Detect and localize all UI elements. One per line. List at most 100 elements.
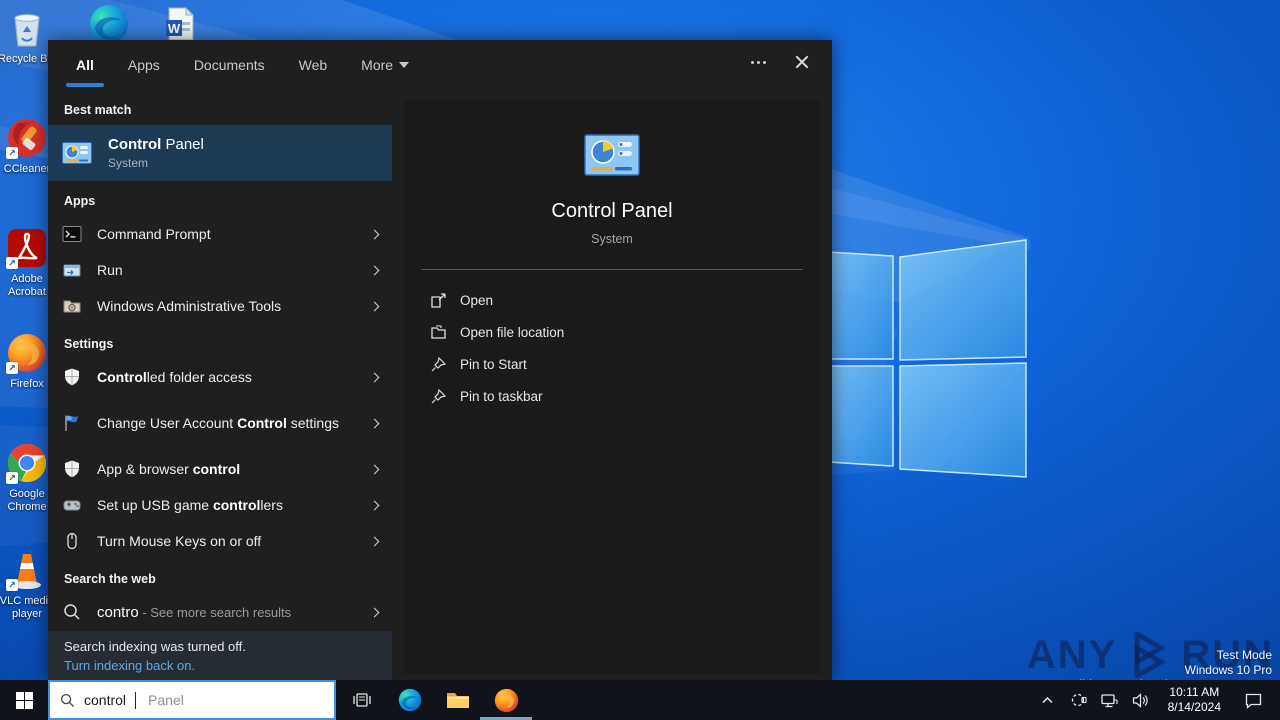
system-tray: 10:11 AM 8/14/2024 bbox=[1036, 680, 1280, 720]
chevron-right-icon[interactable] bbox=[370, 372, 380, 382]
tab-apps[interactable]: Apps bbox=[126, 51, 162, 79]
action-pin-to-start[interactable]: Pin to Start bbox=[430, 348, 820, 380]
control-panel-icon-large bbox=[584, 134, 640, 176]
chevron-right-icon[interactable] bbox=[370, 301, 380, 311]
action-open-file-location[interactable]: Open file location bbox=[430, 316, 820, 348]
tray-session-icon[interactable] bbox=[1067, 680, 1091, 720]
tab-more[interactable]: More bbox=[359, 51, 411, 79]
search-suggestion-text: Panel bbox=[148, 692, 184, 708]
chevron-right-icon[interactable] bbox=[370, 536, 380, 546]
desktop-icon-google-chrome[interactable]: ↗ Google Chrome bbox=[0, 441, 54, 514]
chevron-right-icon[interactable] bbox=[370, 500, 380, 510]
chevron-right-icon[interactable] bbox=[370, 229, 380, 239]
vlc-icon: ↗ bbox=[5, 548, 49, 592]
firefox-icon bbox=[493, 687, 520, 714]
shortcut-arrow-icon: ↗ bbox=[6, 257, 18, 269]
desktop-icon-recycle-bin[interactable]: Recycle Bin bbox=[0, 6, 54, 66]
taskbar-edge-button[interactable] bbox=[390, 680, 430, 720]
search-tabs: All Apps Documents Web More bbox=[48, 40, 832, 90]
control-panel-icon bbox=[62, 142, 92, 164]
result-mouse-keys[interactable]: Turn Mouse Keys on or off bbox=[48, 523, 392, 559]
pin-icon bbox=[430, 388, 447, 405]
firefox-icon: ↗ bbox=[5, 331, 49, 375]
result-label: Set up USB game controllers bbox=[97, 497, 356, 513]
tray-volume-icon[interactable] bbox=[1129, 680, 1153, 720]
preview-title: Control Panel bbox=[404, 200, 820, 223]
edge-icon bbox=[397, 687, 423, 713]
google-chrome-icon: ↗ bbox=[5, 441, 49, 485]
result-web-search[interactable]: contro - See more search results bbox=[48, 594, 392, 630]
result-change-uac-settings[interactable]: Change User Account Control settings bbox=[48, 395, 392, 451]
best-match-subtitle: System bbox=[108, 156, 204, 170]
result-windows-admin-tools[interactable]: Windows Administrative Tools bbox=[48, 288, 392, 324]
chevron-right-icon[interactable] bbox=[370, 607, 380, 617]
result-label: Windows Administrative Tools bbox=[97, 298, 356, 314]
tab-more-label: More bbox=[361, 57, 393, 73]
taskbar: control Panel bbox=[0, 680, 1280, 720]
word-document-icon: W bbox=[162, 6, 198, 42]
more-options-icon[interactable] bbox=[749, 55, 768, 70]
task-view-icon bbox=[352, 690, 372, 710]
gamepad-icon bbox=[62, 495, 82, 515]
result-command-prompt[interactable]: Command Prompt bbox=[48, 216, 392, 252]
result-run[interactable]: Run bbox=[48, 252, 392, 288]
desktop-icon-word-doc[interactable]: W bbox=[160, 6, 200, 42]
taskbar-search-input[interactable]: control Panel bbox=[48, 680, 336, 720]
best-match-control-panel[interactable]: Control Panel System bbox=[48, 125, 392, 181]
tab-web[interactable]: Web bbox=[297, 51, 330, 79]
task-view-button[interactable] bbox=[342, 680, 382, 720]
desktop-icon-firefox[interactable]: ↗ Firefox bbox=[0, 331, 54, 391]
best-match-title: Control Panel bbox=[108, 136, 204, 153]
tab-all[interactable]: All bbox=[74, 51, 96, 79]
uac-flag-icon bbox=[62, 413, 82, 433]
result-label: contro - See more search results bbox=[97, 604, 356, 621]
indexing-notice-link[interactable]: Turn indexing back on. bbox=[64, 656, 376, 675]
apps-section-header: Apps bbox=[48, 181, 392, 216]
clock-date: 8/14/2024 bbox=[1168, 700, 1221, 715]
desktop-icon-ccleaner[interactable]: ↗ CCleaner bbox=[0, 116, 54, 176]
tab-all-label: All bbox=[76, 57, 94, 73]
folder-location-icon bbox=[430, 324, 447, 341]
chevron-down-icon bbox=[399, 62, 409, 68]
open-icon bbox=[430, 292, 447, 309]
result-label: App & browser control bbox=[97, 461, 356, 477]
watermark-test-mode: Test Mode bbox=[1064, 648, 1272, 663]
taskbar-clock[interactable]: 10:11 AM 8/14/2024 bbox=[1160, 685, 1229, 715]
recycle-bin-icon bbox=[5, 6, 49, 50]
action-open[interactable]: Open bbox=[430, 284, 820, 316]
text-cursor bbox=[135, 692, 136, 709]
desktop-icon-vlc[interactable]: ↗ VLC media player bbox=[0, 548, 54, 621]
close-icon[interactable] bbox=[794, 54, 810, 70]
chevron-right-icon[interactable] bbox=[370, 265, 380, 275]
best-match-header: Best match bbox=[48, 90, 392, 125]
clock-time: 10:11 AM bbox=[1168, 685, 1221, 700]
file-explorer-icon bbox=[445, 687, 471, 713]
chevron-right-icon[interactable] bbox=[370, 418, 380, 428]
chevron-up-icon bbox=[1041, 694, 1054, 707]
tab-documents[interactable]: Documents bbox=[192, 51, 267, 79]
taskbar-firefox-button[interactable] bbox=[486, 680, 526, 720]
search-typed-text: control bbox=[84, 692, 126, 708]
start-button[interactable] bbox=[0, 680, 48, 720]
mouse-icon bbox=[62, 531, 82, 551]
action-center-icon bbox=[1244, 691, 1263, 710]
anyrun-watermark: ANY RUN Test Mode Windows 10 Pro Build 1… bbox=[1027, 632, 1274, 678]
watermark-os: Windows 10 Pro bbox=[1064, 663, 1272, 678]
result-label: Turn Mouse Keys on or off bbox=[97, 533, 356, 549]
taskbar-file-explorer-button[interactable] bbox=[438, 680, 478, 720]
action-pin-to-taskbar[interactable]: Pin to taskbar bbox=[430, 380, 820, 412]
result-usb-game-controllers[interactable]: Set up USB game controllers bbox=[48, 487, 392, 523]
desktop-icon-adobe-acrobat[interactable]: ↗ Adobe Acrobat bbox=[0, 226, 54, 299]
result-controlled-folder-access[interactable]: Controlled folder access bbox=[48, 359, 392, 395]
action-center-button[interactable] bbox=[1236, 680, 1270, 720]
shield-icon bbox=[62, 367, 82, 387]
tray-show-hidden-icons[interactable] bbox=[1036, 680, 1060, 720]
ethernet-network-icon bbox=[1100, 691, 1119, 710]
windows-search-flyout: All Apps Documents Web More Best match bbox=[48, 40, 832, 680]
svg-text:W: W bbox=[168, 21, 181, 36]
indexing-notice-text: Search indexing was turned off. bbox=[64, 637, 376, 656]
result-label: Run bbox=[97, 262, 356, 278]
tray-network-icon[interactable] bbox=[1098, 680, 1122, 720]
chevron-right-icon[interactable] bbox=[370, 464, 380, 474]
result-app-browser-control[interactable]: App & browser control bbox=[48, 451, 392, 487]
